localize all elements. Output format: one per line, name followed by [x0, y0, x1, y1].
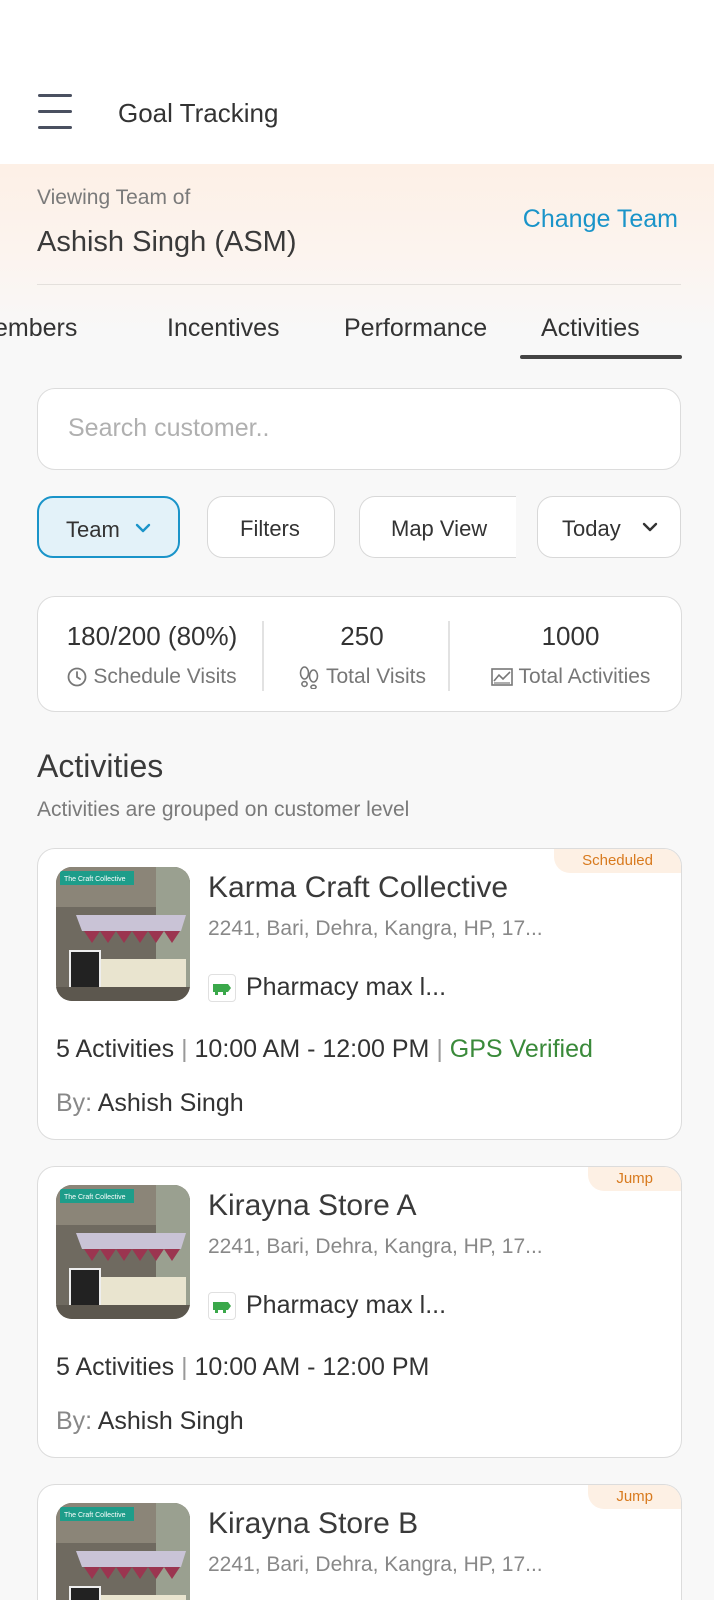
activity-count: 5 Activities — [56, 1353, 175, 1381]
customer-name: Karma Craft Collective — [208, 871, 509, 904]
customer-address: 2241, Bari, Dehra, Kangra, HP, 17... — [208, 1553, 543, 1576]
store-type-icon — [208, 1291, 236, 1320]
tab-performance[interactable]: Performance — [344, 314, 487, 343]
viewing-team-label: Viewing Team of — [37, 186, 191, 209]
stat-value: 250 — [340, 621, 384, 651]
store-image: The Craft Collective — [56, 1503, 190, 1600]
clock-icon — [67, 667, 87, 687]
team-name: Ashish Singh (ASM) — [37, 226, 297, 258]
by-label: By: — [56, 1089, 93, 1117]
chevron-down-icon — [642, 522, 658, 532]
customer-name: Kirayna Store B — [208, 1507, 419, 1540]
store-image: The Craft Collective — [56, 867, 190, 1001]
customer-address: 2241, Bari, Dehra, Kangra, HP, 17... — [208, 917, 543, 940]
status-badge: Scheduled — [554, 849, 681, 873]
chevron-down-icon — [135, 523, 151, 533]
total-activities-stat: 1000 Total Activities — [458, 597, 683, 713]
search-input[interactable]: Search customer.. — [37, 388, 681, 470]
tab-members[interactable]: embers — [0, 314, 77, 343]
footsteps-icon — [299, 666, 319, 689]
tab-activities[interactable]: Activities — [541, 314, 640, 343]
customer-name: Kirayna Store A — [208, 1189, 417, 1222]
stat-label: Total Activities — [518, 665, 651, 688]
activity-count: 5 Activities — [56, 1035, 175, 1063]
team-dropdown[interactable]: Team — [37, 496, 180, 558]
store-thumbnail: The Craft Collective — [56, 867, 190, 1001]
store-thumbnail: The Craft Collective — [56, 1185, 190, 1319]
visited-by: Ashish Singh — [97, 1089, 244, 1117]
visited-by: Ashish Singh — [97, 1407, 244, 1435]
visit-time: 10:00 AM - 12:00 PM — [194, 1035, 430, 1063]
team-dropdown-label: Team — [66, 517, 120, 542]
page-title: Goal Tracking — [118, 98, 279, 128]
app-bar: Goal Tracking — [0, 0, 714, 164]
store-image: The Craft Collective — [56, 1185, 190, 1319]
tab-incentives[interactable]: Incentives — [167, 314, 280, 343]
activity-card[interactable]: Jump The Craft Collective Kirayna Store … — [37, 1484, 682, 1600]
customer-type: Pharmacy max l... — [246, 1291, 447, 1319]
stat-value: 1000 — [541, 621, 600, 651]
date-dropdown-label: Today — [562, 516, 621, 541]
active-tab-indicator — [520, 355, 682, 359]
date-dropdown[interactable]: Today — [537, 496, 681, 558]
divider — [37, 284, 681, 285]
status-badge: Jump — [588, 1485, 681, 1509]
customer-address: 2241, Bari, Dehra, Kangra, HP, 17... — [208, 1235, 543, 1258]
activity-card[interactable]: Jump The Craft Collective Kirayna Store … — [37, 1166, 682, 1458]
chart-icon — [490, 668, 513, 686]
by-label: By: — [56, 1407, 93, 1435]
visit-time: 10:00 AM - 12:00 PM — [194, 1353, 430, 1381]
filters-button[interactable]: Filters — [207, 496, 335, 558]
gps-status: GPS Verified — [449, 1035, 593, 1063]
stat-label: Total Visits — [326, 665, 426, 688]
store-sign-text: The Craft Collective — [64, 1194, 126, 1201]
tab-bar: embers Incentives Performance Activities — [0, 300, 714, 360]
store-type-icon — [208, 973, 236, 1002]
summary-stats-card: 180/200 (80%) Schedule Visits 250 Total … — [37, 596, 682, 712]
map-view-label: Map View — [391, 516, 488, 541]
section-title: Activities — [37, 748, 164, 784]
store-thumbnail: The Craft Collective — [56, 1503, 190, 1600]
menu-icon[interactable] — [38, 94, 72, 130]
store-sign-text: The Craft Collective — [64, 1512, 126, 1519]
status-badge: Jump — [588, 1167, 681, 1191]
store-sign-text: The Craft Collective — [64, 876, 126, 883]
map-view-button[interactable]: Map View — [359, 496, 516, 558]
customer-type: Pharmacy max l... — [246, 973, 447, 1001]
total-visits-stat: 250 Total Visits — [266, 597, 458, 713]
divider — [448, 621, 450, 691]
scheduled-visits-stat: 180/200 (80%) Schedule Visits — [38, 597, 266, 713]
search-placeholder: Search customer.. — [68, 414, 270, 442]
divider — [262, 621, 264, 691]
activity-card[interactable]: Scheduled The Craft Collective Karma Cra… — [37, 848, 682, 1140]
change-team-link[interactable]: Change Team — [523, 205, 678, 234]
stat-value: 180/200 (80%) — [66, 621, 238, 651]
filters-label: Filters — [240, 516, 300, 541]
stat-label: Schedule Visits — [93, 665, 237, 688]
section-subtitle: Activities are grouped on customer level — [37, 798, 410, 821]
